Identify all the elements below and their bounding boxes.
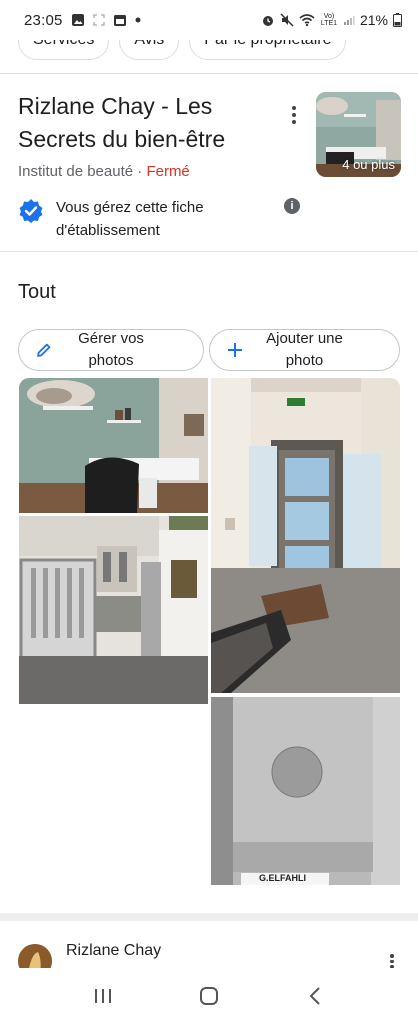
section-separator [0, 913, 418, 921]
calendar-icon [113, 13, 127, 27]
thumbnail-count-label: 4 ou plus [342, 157, 395, 172]
add-photo-label: Ajouter une photo [266, 330, 343, 369]
manage-photos-label: Gérer vos photos [78, 330, 144, 369]
system-nav-bar [0, 968, 418, 1024]
status-bar: 23:05 Vo) LTE1 21% [0, 0, 418, 40]
home-icon[interactable] [189, 976, 229, 1016]
reviewer-name: Rizlane Chay [66, 942, 162, 959]
notification-dot-icon [135, 17, 141, 23]
business-title: Rizlane Chay - Les Secrets du bien-être [18, 93, 226, 152]
photo-entrance-gate[interactable] [19, 516, 208, 704]
status-time: 23:05 [24, 11, 63, 29]
business-category: Institut de beauté [18, 163, 134, 180]
section-title: Tout [18, 281, 56, 303]
add-photo-button[interactable]: Ajouter une photo [209, 329, 400, 371]
pencil-icon [35, 341, 53, 366]
wifi-icon [299, 13, 315, 27]
meta-separator: · [133, 163, 147, 180]
more-vert-icon[interactable] [284, 102, 304, 128]
alarm-icon [261, 13, 275, 27]
manage-business-text: Vous gérez cette fiche d'établissement [56, 199, 204, 239]
plus-icon [226, 341, 244, 366]
back-icon[interactable] [295, 976, 335, 1016]
photo-treatment-room[interactable] [19, 378, 208, 513]
verified-icon [18, 198, 44, 229]
business-status: Fermé [146, 163, 190, 180]
recent-apps-icon[interactable] [83, 976, 123, 1016]
divider [0, 251, 418, 252]
screenshot-icon [92, 14, 105, 26]
battery-icon [393, 13, 402, 27]
gallery-icon [71, 13, 85, 27]
manage-photos-button[interactable]: Gérer vos photos [18, 329, 204, 371]
business-photo-thumbnail[interactable]: 4 ou plus [316, 92, 401, 177]
battery-percent: 21% [359, 12, 388, 28]
photo-hallway-door[interactable] [211, 378, 400, 693]
divider [0, 73, 418, 74]
manage-business-row: Vous gérez cette fiche d'établissement i [18, 196, 308, 242]
photo-door-nameplate[interactable]: G.ELFAHLI [211, 697, 400, 885]
info-icon[interactable]: i [284, 198, 300, 214]
door-nameplate-text: G.ELFAHLI [259, 873, 306, 883]
mute-icon [280, 13, 294, 27]
signal-icon [343, 14, 355, 26]
network-label: Vo) LTE1 [320, 13, 338, 27]
business-meta: Institut de beauté · Fermé [18, 163, 190, 180]
business-header: Rizlane Chay - Les Secrets du bien-être … [18, 90, 418, 180]
